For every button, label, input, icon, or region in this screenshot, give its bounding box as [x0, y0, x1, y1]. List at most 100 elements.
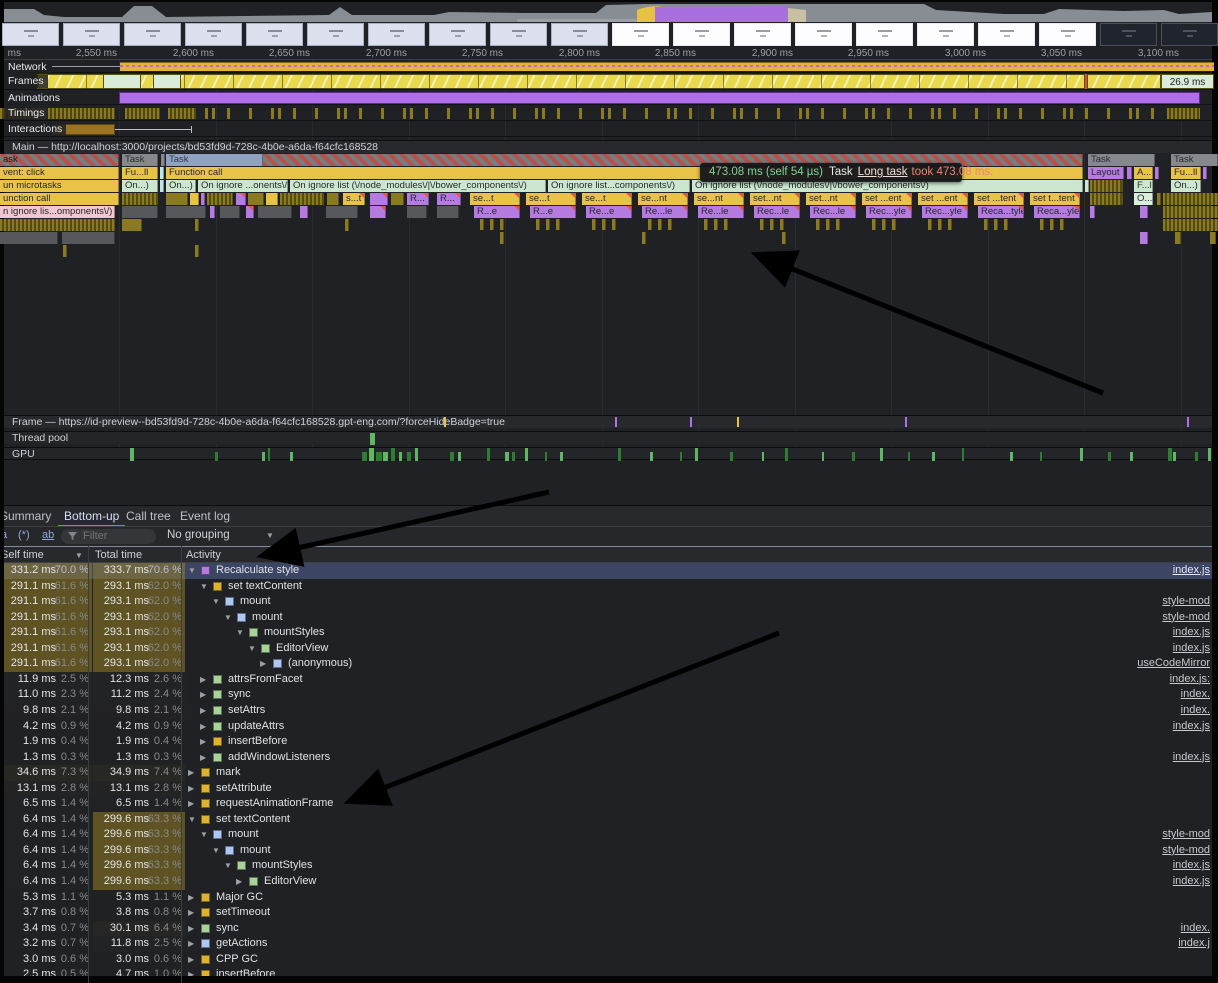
source-link[interactable]: style-mod [1162, 843, 1210, 859]
table-row[interactable]: 291.1 ms61.6 %293.1 ms62.0 %▼mountstyle-… [4, 594, 1212, 610]
flame-block[interactable] [1090, 206, 1095, 218]
overview-scroll-indicator[interactable] [517, 19, 637, 22]
source-link[interactable]: style-mod [1162, 827, 1210, 843]
flame-block[interactable]: R... [437, 193, 461, 205]
good-frame-block[interactable] [153, 74, 181, 89]
flame-block[interactable] [207, 193, 233, 205]
flame-block[interactable]: Fu...ll [122, 167, 158, 179]
table-row[interactable]: 291.1 ms61.6 %293.1 ms62.0 %▶(anonymous)… [4, 656, 1212, 672]
frames-partial-strip-2[interactable] [1087, 74, 1161, 89]
match-case-icon[interactable]: a [4, 529, 7, 541]
filmstrip-thumbnail[interactable] [124, 23, 181, 46]
filmstrip-thumbnail[interactable] [734, 23, 791, 46]
flame-block[interactable] [1140, 232, 1148, 244]
flame-block[interactable] [407, 206, 427, 218]
table-row[interactable]: 291.1 ms61.6 %293.1 ms62.0 %▼set textCon… [4, 579, 1212, 595]
expand-icon[interactable]: ▶ [200, 750, 206, 766]
flame-block[interactable]: Reca...tyle [978, 206, 1024, 218]
frame-section-header[interactable]: Frame — https://id-preview--bd53fd9d-728… [4, 415, 1212, 428]
flame-block[interactable] [1085, 180, 1089, 192]
flame-block[interactable] [391, 193, 404, 205]
filmstrip-thumbnail[interactable] [2, 23, 59, 46]
flame-block[interactable] [782, 232, 786, 244]
flame-block[interactable]: On ignore list (\/node_modules\/|\/bower… [290, 180, 546, 192]
col-total-time[interactable]: Total time [95, 549, 142, 561]
filmstrip-thumbnail[interactable] [1039, 23, 1096, 46]
flame-block[interactable] [195, 245, 199, 257]
source-link[interactable]: style-mod [1162, 594, 1210, 610]
flame-block[interactable] [122, 219, 142, 231]
flame-block[interactable] [1157, 193, 1161, 205]
filmstrip-thumbnail[interactable] [1161, 23, 1218, 46]
flame-block[interactable]: Reca...yle [1034, 206, 1080, 218]
flame-block[interactable]: Rec...le [810, 206, 856, 218]
filmstrip-thumbnail[interactable] [978, 23, 1035, 46]
table-row[interactable]: 291.1 ms61.6 %293.1 ms62.0 %▼mountStyles… [4, 625, 1212, 641]
table-row[interactable]: 34.6 ms7.3 %34.9 ms7.4 %▶mark [4, 765, 1212, 781]
expand-icon[interactable]: ▶ [188, 952, 194, 968]
flame-block[interactable] [210, 206, 215, 218]
flame-block[interactable] [1090, 180, 1123, 192]
flame-block[interactable]: un microtasks [0, 180, 119, 192]
flame-block[interactable] [0, 219, 115, 231]
filmstrip-thumbnail[interactable] [856, 23, 913, 46]
table-row[interactable]: 11.0 ms2.3 %11.2 ms2.4 %▶syncindex. [4, 687, 1212, 703]
flame-block[interactable]: set...nt [750, 193, 800, 205]
flame-block[interactable]: O... [1134, 193, 1153, 205]
table-row[interactable]: 331.2 ms70.0 %333.7 ms70.6 %▼Recalculate… [4, 563, 1212, 579]
source-link[interactable]: index.js [1173, 874, 1210, 890]
tab-summary[interactable]: Summary [4, 506, 57, 527]
flame-block[interactable]: On...) [166, 180, 196, 192]
table-row[interactable]: 13.1 ms2.8 %13.1 ms2.8 %▶setAttribute [4, 781, 1212, 797]
animation-bar[interactable] [119, 92, 1200, 104]
flame-block[interactable]: Layout [1088, 167, 1124, 179]
table-row[interactable]: 4.2 ms0.9 %4.2 ms0.9 %▶updateAttrsindex.… [4, 719, 1212, 735]
tab-call-tree[interactable]: Call tree [120, 506, 177, 527]
thread-pool-header[interactable]: Thread pool [4, 431, 1212, 444]
filmstrip-thumbnail[interactable] [490, 23, 547, 46]
frame-duration-badge[interactable]: 26.9 ms [1161, 74, 1214, 89]
expand-icon[interactable]: ▶ [236, 874, 242, 890]
expand-icon[interactable]: ▶ [188, 936, 194, 952]
flame-block[interactable] [1127, 167, 1132, 179]
filmstrip-thumbnail[interactable] [612, 23, 669, 46]
source-link[interactable]: index.js [1173, 750, 1210, 766]
expand-icon[interactable]: ▶ [188, 781, 194, 797]
flame-block[interactable]: vent: click [0, 167, 119, 179]
table-row[interactable]: 5.3 ms1.1 %5.3 ms1.1 %▶Major GC [4, 890, 1212, 906]
source-link[interactable]: style-mod [1162, 610, 1210, 626]
expand-icon[interactable]: ▶ [200, 687, 206, 703]
table-row[interactable]: 3.4 ms0.7 %30.1 ms6.4 %▶syncindex. [4, 921, 1212, 937]
flame-block[interactable] [166, 193, 188, 205]
expand-icon[interactable]: ▶ [200, 672, 206, 688]
col-activity[interactable]: Activity [186, 549, 221, 561]
collapse-icon[interactable]: ▼ [212, 843, 220, 859]
collapse-icon[interactable]: ▼ [200, 827, 208, 843]
match-word-icon[interactable]: ab [42, 529, 54, 541]
flame-block[interactable] [195, 219, 199, 231]
expand-icon[interactable]: ▶ [188, 967, 194, 976]
flame-block[interactable]: On ignore list...components\/) [548, 180, 690, 192]
table-row[interactable]: 11.9 ms2.5 %12.3 ms2.6 %▶attrsFromFaceti… [4, 672, 1212, 688]
expand-icon[interactable]: ▶ [188, 796, 194, 812]
flame-block[interactable] [345, 219, 349, 231]
table-row[interactable]: 3.7 ms0.8 %3.8 ms0.8 %▶setTimeout [4, 905, 1212, 921]
filmstrip-thumbnail[interactable] [917, 23, 974, 46]
collapse-icon[interactable]: ▼ [188, 812, 196, 828]
flame-block[interactable]: Rec...le [754, 206, 800, 218]
collapse-icon[interactable]: ▼ [212, 594, 220, 610]
flame-block[interactable] [166, 206, 206, 218]
flame-block[interactable]: se...nt [638, 193, 688, 205]
flame-block[interactable] [201, 193, 205, 205]
flame-block[interactable]: Re...le [642, 206, 688, 218]
source-link[interactable]: index. [1181, 921, 1210, 937]
flame-block[interactable] [246, 206, 254, 218]
frames-partial-strip[interactable] [37, 74, 1085, 89]
expand-icon[interactable]: ▶ [200, 703, 206, 719]
expand-icon[interactable]: ▶ [188, 905, 194, 921]
table-row[interactable]: 6.5 ms1.4 %6.5 ms1.4 %▶requestAnimationF… [4, 796, 1212, 812]
expand-icon[interactable]: ▶ [260, 656, 266, 672]
flame-block[interactable] [122, 206, 158, 218]
filmstrip-thumbnail[interactable] [63, 23, 120, 46]
source-link[interactable]: useCodeMirror [1137, 656, 1210, 672]
